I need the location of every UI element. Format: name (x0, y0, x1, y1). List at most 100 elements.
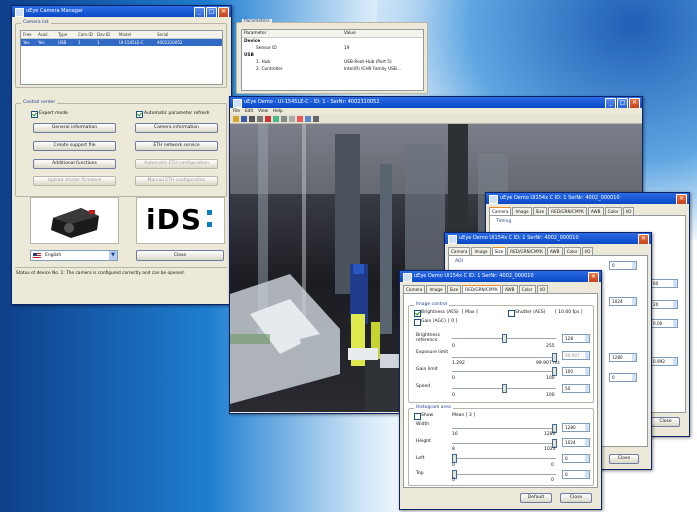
spin-arrows-icon[interactable] (632, 262, 636, 269)
timing-spin-2[interactable]: 20 (650, 300, 678, 309)
brightness-reference-spin[interactable]: 128 (562, 334, 590, 343)
tab-size[interactable]: Size (446, 285, 462, 293)
tree-row[interactable]: Device (242, 38, 423, 45)
close-icon[interactable]: ✕ (676, 194, 687, 204)
snapshot-icon[interactable] (257, 115, 263, 122)
settings-icon[interactable] (313, 115, 319, 122)
maximize-icon[interactable]: □ (617, 98, 628, 108)
slider-thumb[interactable] (502, 334, 507, 343)
spin-arrows-icon[interactable] (632, 298, 636, 305)
spin-arrows-icon[interactable] (585, 455, 589, 462)
spin-arrows-icon[interactable] (585, 368, 589, 375)
timing-spin-3[interactable]: 0.00 (650, 319, 678, 328)
width-slider[interactable] (452, 424, 557, 433)
shutter-aes-checkbox[interactable] (508, 310, 515, 317)
menu-help[interactable]: Help (273, 108, 283, 114)
exposure-limit-spin[interactable]: 99.907 (562, 351, 590, 360)
width-spin[interactable]: 1280 (562, 423, 590, 432)
live-icon[interactable] (249, 115, 255, 122)
tab-awb[interactable]: AWB (587, 207, 604, 215)
close-icon[interactable]: ✕ (588, 272, 599, 282)
slider-thumb[interactable] (552, 367, 557, 376)
gain-limit-slider[interactable] (452, 367, 557, 376)
tab-image[interactable]: Image (426, 285, 446, 293)
color-icon[interactable] (297, 115, 303, 122)
aoi-spin-2[interactable]: 1024 (609, 297, 637, 306)
tab-red-grn-cmyk[interactable]: RED/GRN/CMYK (548, 207, 587, 215)
top-spin[interactable]: 0 (562, 470, 590, 479)
spin-arrows-icon[interactable] (673, 358, 677, 365)
tab-io[interactable]: I/O (622, 207, 635, 215)
camera-information-button[interactable]: Camera information (135, 123, 218, 133)
additional-functions-button[interactable]: Additional functions (33, 159, 116, 169)
tab-size[interactable]: Size (532, 207, 548, 215)
manual-eth-config-button[interactable]: Manual ETH configuration (135, 176, 218, 186)
brightness-aes-checkbox[interactable] (414, 310, 421, 317)
minimize-icon[interactable]: _ (605, 98, 616, 108)
parameters-tree[interactable]: Parameter Value Device Sensor ID 19 USB … (241, 29, 424, 91)
menu-file[interactable]: File (233, 108, 240, 114)
spin-arrows-icon[interactable] (673, 320, 677, 327)
save-icon[interactable] (241, 115, 247, 122)
menu-edit[interactable]: Edit (245, 108, 253, 114)
tree-row[interactable]: 1. Hub USB-Root-Hub (Port 5) (242, 59, 423, 66)
eth-network-service-button[interactable]: ETH network service (135, 141, 218, 151)
slider-thumb[interactable] (502, 384, 507, 393)
tab-color[interactable]: Color (604, 207, 622, 215)
aoi-spin-1[interactable]: 0 (609, 261, 637, 270)
top-slider[interactable] (452, 470, 556, 479)
tab-io[interactable]: I/O (536, 285, 549, 293)
tab-awb[interactable]: AWB (501, 285, 518, 293)
manager-titlebar[interactable]: uEye Camera Manager _ □ ✕ (12, 6, 231, 17)
spin-arrows-icon[interactable] (673, 280, 677, 287)
auto-refresh-checkbox[interactable] (136, 111, 143, 118)
spin-arrows-icon[interactable] (585, 439, 589, 446)
tab-io[interactable]: I/O (581, 247, 594, 255)
fit-icon[interactable] (281, 115, 287, 122)
speed-slider[interactable] (452, 384, 556, 393)
spin-arrows-icon[interactable] (585, 385, 589, 392)
timing-spin-4[interactable]: 0.992 (650, 357, 678, 366)
height-spin[interactable]: 1024 (562, 438, 590, 447)
tab-camera[interactable]: Camera (403, 285, 426, 293)
brightness-reference-slider[interactable] (452, 334, 556, 343)
left-spin[interactable]: 0 (562, 454, 590, 463)
camera-list-table[interactable]: Free Avail. Type Cam.ID Dev.ID Model Ser… (20, 30, 223, 85)
spin-arrows-icon[interactable] (585, 471, 589, 478)
tab-red-grn-cmyk[interactable]: RED/GRN/CMYK (462, 285, 501, 293)
tree-row[interactable]: Sensor ID 19 (242, 45, 423, 52)
create-support-file-button[interactable]: Create support file (33, 141, 116, 151)
spin-arrows-icon[interactable] (585, 352, 589, 359)
timing-spin-1[interactable]: 60 (650, 279, 678, 288)
stop-icon[interactable] (265, 115, 271, 122)
dialog-close-button[interactable]: Close (609, 454, 639, 464)
dialog-titlebar[interactable]: uEye Demo UI154x C ID: 1 SerNr: 4002_000… (400, 271, 601, 282)
tab-size[interactable]: Size (491, 247, 507, 255)
gain-agc-checkbox[interactable] (414, 319, 421, 326)
tree-row[interactable]: USB (242, 52, 423, 59)
aoi-spin-4[interactable]: 0 (609, 373, 637, 382)
aoi-spin-3[interactable]: 1280 (609, 353, 637, 362)
close-icon[interactable]: ✕ (629, 98, 640, 108)
tab-image[interactable]: Image (512, 207, 532, 215)
tree-row[interactable]: 2. Controller Intel(R) ICH9 Family USB..… (242, 66, 423, 73)
tab-red-grn-cmyk[interactable]: RED/GRN/CMYK (507, 247, 546, 255)
spin-arrows-icon[interactable] (632, 374, 636, 381)
tab-awb[interactable]: AWB (546, 247, 563, 255)
open-icon[interactable] (233, 115, 239, 122)
histogram-show-checkbox[interactable] (414, 413, 421, 420)
dialog-titlebar[interactable]: uEye Demo UI154x C ID: 1 SerNr: 4002_000… (445, 233, 651, 244)
expert-mode-checkbox[interactable] (31, 111, 38, 118)
height-slider[interactable] (452, 439, 557, 448)
minimize-icon[interactable]: _ (194, 7, 205, 17)
dialog-close-button[interactable]: Close (560, 493, 592, 503)
left-slider[interactable] (452, 454, 556, 463)
speed-spin[interactable]: 50 (562, 384, 590, 393)
general-information-button[interactable]: General information (33, 123, 116, 133)
language-select[interactable]: English ▼ (30, 250, 118, 261)
tab-camera[interactable]: Camera (489, 207, 512, 215)
upload-starter-firmware-button[interactable]: Upload starter firmware (33, 176, 116, 186)
manager-close-button[interactable]: Close (136, 250, 224, 261)
exposure-limit-slider[interactable] (452, 353, 557, 362)
tab-color[interactable]: Color (518, 285, 536, 293)
